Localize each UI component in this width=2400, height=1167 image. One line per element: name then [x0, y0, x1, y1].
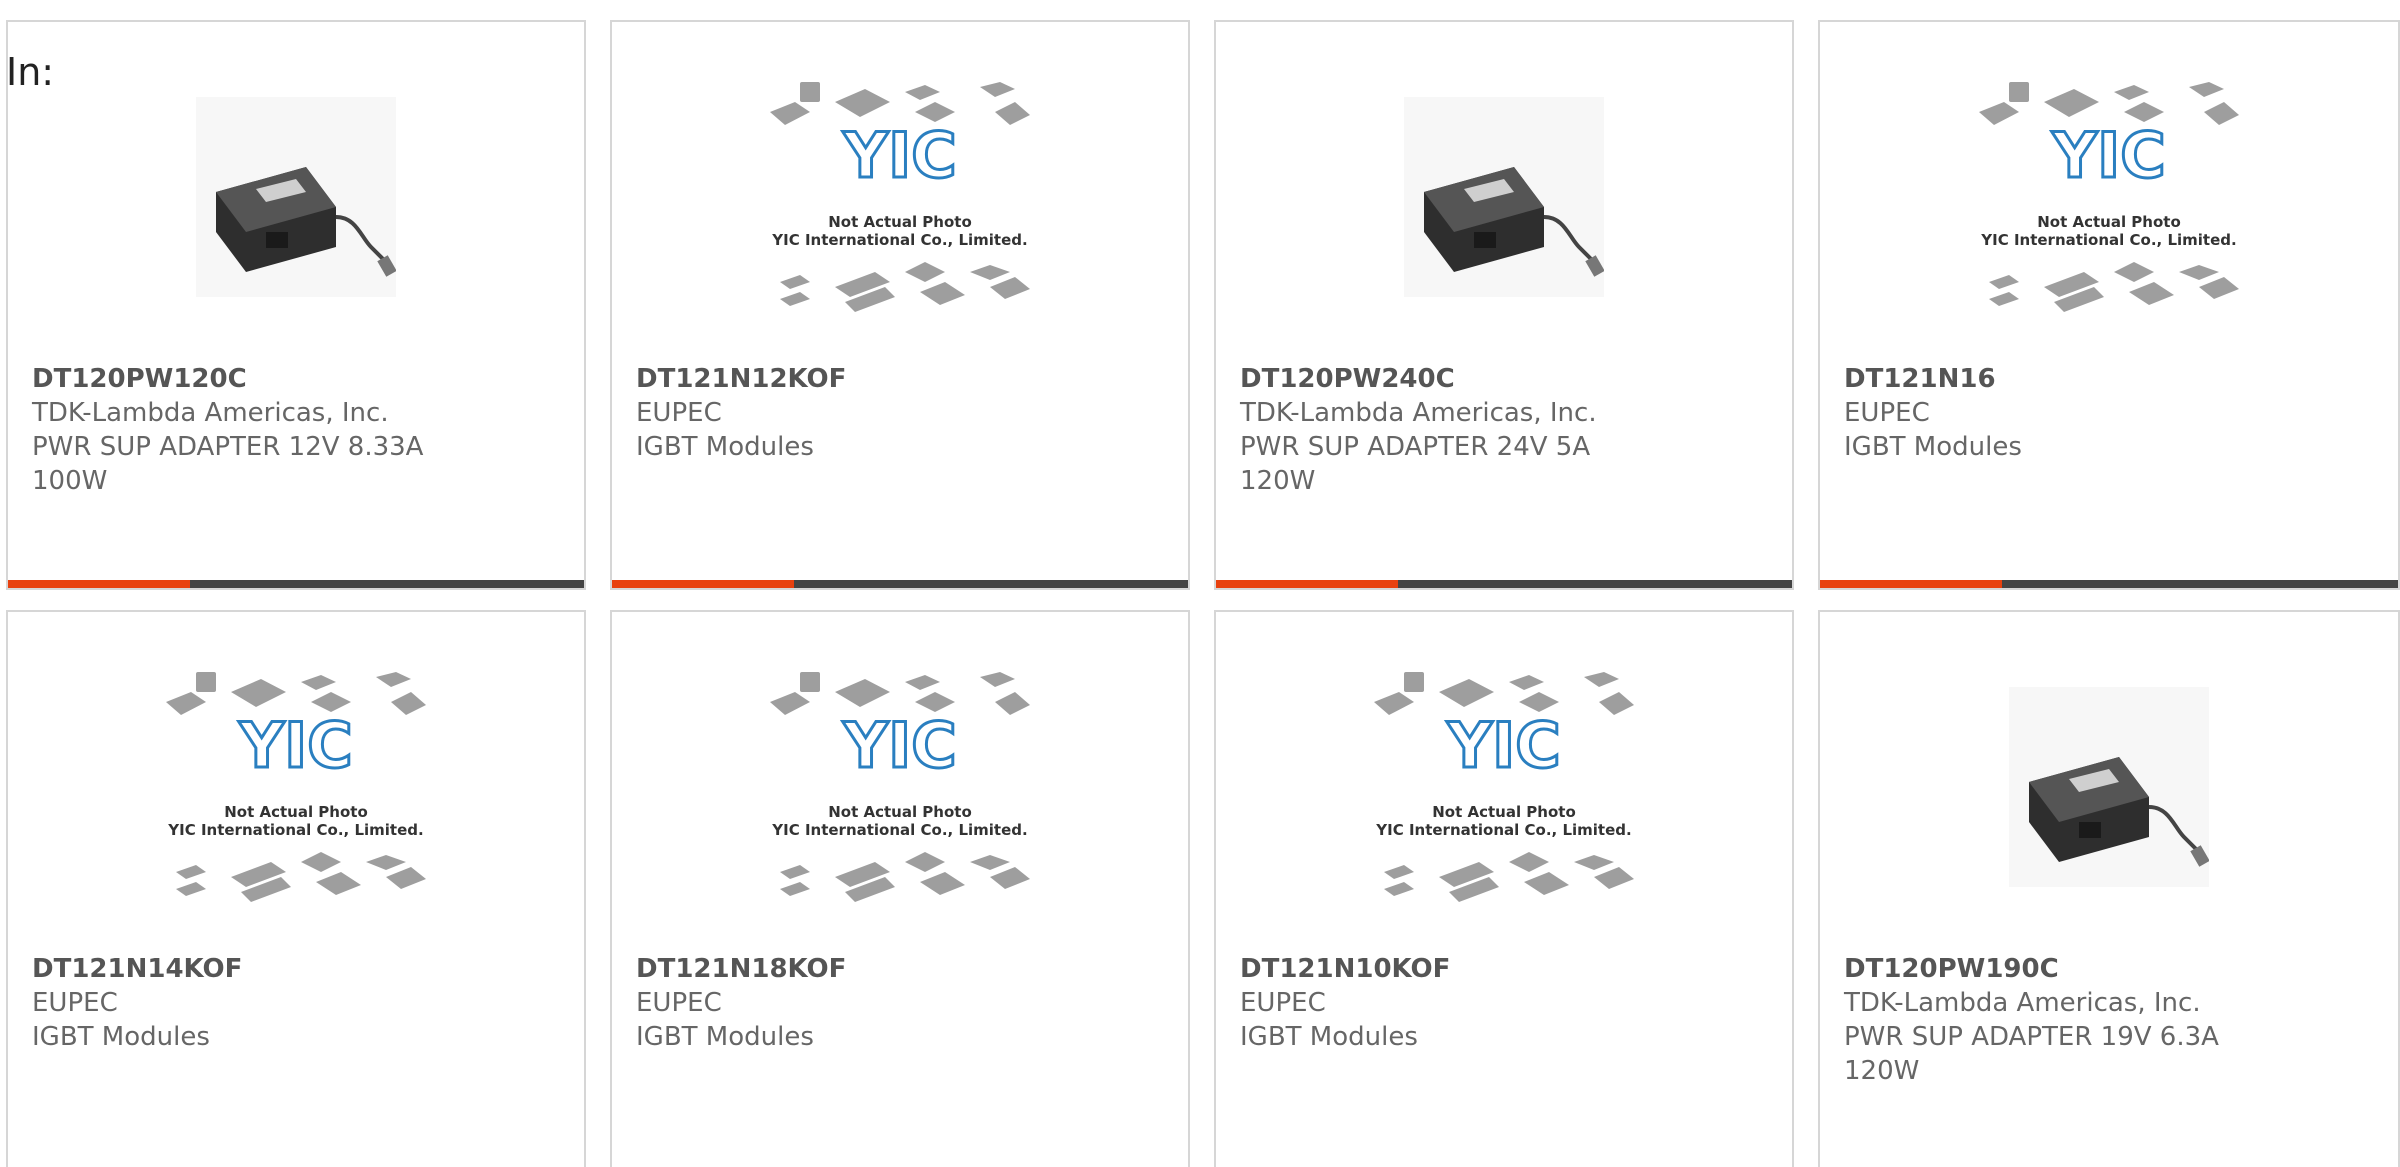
part-number[interactable]: DT120PW240C [1240, 362, 1660, 396]
placeholder-line1: Not Actual Photo [224, 803, 368, 821]
manufacturer: EUPEC [636, 988, 722, 1018]
card-accent [612, 580, 794, 588]
manufacturer: EUPEC [636, 398, 722, 428]
product-image[interactable]: YIC Not Actual Photo YIC International C… [8, 656, 584, 918]
part-number[interactable]: DT121N18KOF [636, 952, 1056, 986]
manufacturer: EUPEC [1844, 398, 1930, 428]
product-info: DT121N18KOF EUPEC IGBT Modules [636, 952, 1056, 1054]
product-info: DT121N14KOF EUPEC IGBT Modules [32, 952, 452, 1054]
card-accent [8, 580, 190, 588]
part-number[interactable]: DT121N12KOF [636, 362, 1056, 396]
svg-text:YIC: YIC [238, 709, 352, 782]
description: IGBT Modules [1240, 1022, 1418, 1052]
manufacturer: EUPEC [32, 988, 118, 1018]
placeholder-line1: Not Actual Photo [828, 803, 972, 821]
part-number[interactable]: DT120PW120C [32, 362, 452, 396]
placeholder-line2: YIC International Co., Limited. [1980, 231, 2236, 249]
card-accent [1820, 580, 2002, 588]
product-card[interactable]: YIC Not Actual Photo YIC International C… [1818, 20, 2400, 590]
product-card[interactable]: DT120PW120C TDK-Lambda Americas, Inc. PW… [6, 20, 586, 590]
card-accent-bar [8, 580, 584, 588]
svg-text:YIC: YIC [842, 119, 956, 192]
product-image[interactable]: YIC Not Actual Photo YIC International C… [1216, 656, 1792, 918]
product-info: DT120PW240C TDK-Lambda Americas, Inc. PW… [1240, 362, 1660, 498]
power-adapter-icon [196, 97, 396, 297]
product-card[interactable]: YIC Not Actual Photo YIC International C… [610, 20, 1190, 590]
power-adapter-icon [2009, 687, 2209, 887]
description: PWR SUP ADAPTER 24V 5A 120W [1240, 432, 1591, 496]
svg-text:YIC: YIC [842, 709, 956, 782]
yic-placeholder-icon: YIC Not Actual Photo YIC International C… [770, 672, 1030, 902]
product-image[interactable]: YIC Not Actual Photo YIC International C… [612, 66, 1188, 328]
svg-text:YIC: YIC [2051, 119, 2165, 192]
product-info: DT121N16 EUPEC IGBT Modules [1844, 362, 2264, 464]
description: IGBT Modules [1844, 432, 2022, 462]
manufacturer: TDK-Lambda Americas, Inc. [32, 398, 389, 428]
product-grid-page: In: DT120PW120C TDK-Lambda Americas, Inc… [0, 0, 2400, 1167]
product-image[interactable] [1820, 656, 2398, 918]
product-card[interactable]: YIC Not Actual Photo YIC International C… [6, 610, 586, 1167]
product-image[interactable] [8, 66, 584, 328]
card-accent-bar [1820, 580, 2398, 588]
placeholder-line2: YIC International Co., Limited. [771, 231, 1027, 249]
svg-text:YIC: YIC [1446, 709, 1560, 782]
product-info: DT121N10KOF EUPEC IGBT Modules [1240, 952, 1660, 1054]
card-accent-bar [1216, 580, 1792, 588]
product-card[interactable]: YIC Not Actual Photo YIC International C… [1214, 610, 1794, 1167]
placeholder-line2: YIC International Co., Limited. [167, 821, 423, 839]
description: IGBT Modules [32, 1022, 210, 1052]
yic-placeholder-icon: YIC Not Actual Photo YIC International C… [166, 672, 426, 902]
manufacturer: EUPEC [1240, 988, 1326, 1018]
description: IGBT Modules [636, 1022, 814, 1052]
description: PWR SUP ADAPTER 12V 8.33A 100W [32, 432, 424, 496]
product-info: DT120PW120C TDK-Lambda Americas, Inc. PW… [32, 362, 452, 498]
yic-placeholder-icon: YIC Not Actual Photo YIC International C… [1374, 672, 1634, 902]
filter-label: In: [6, 50, 55, 94]
product-image[interactable] [1216, 66, 1792, 328]
placeholder-line1: Not Actual Photo [1432, 803, 1576, 821]
part-number[interactable]: DT121N16 [1844, 362, 2264, 396]
card-accent [1216, 580, 1398, 588]
part-number[interactable]: DT121N10KOF [1240, 952, 1660, 986]
yic-placeholder-icon: YIC Not Actual Photo YIC International C… [770, 82, 1030, 312]
product-card[interactable]: YIC Not Actual Photo YIC International C… [610, 610, 1190, 1167]
product-info: DT121N12KOF EUPEC IGBT Modules [636, 362, 1056, 464]
product-image[interactable]: YIC Not Actual Photo YIC International C… [612, 656, 1188, 918]
yic-placeholder-icon: YIC Not Actual Photo YIC International C… [1979, 82, 2239, 312]
placeholder-line2: YIC International Co., Limited. [771, 821, 1027, 839]
description: PWR SUP ADAPTER 19V 6.3A 120W [1844, 1022, 2219, 1086]
placeholder-line1: Not Actual Photo [828, 213, 972, 231]
product-image[interactable]: YIC Not Actual Photo YIC International C… [1820, 66, 2398, 328]
manufacturer: TDK-Lambda Americas, Inc. [1844, 988, 2201, 1018]
power-adapter-icon [1404, 97, 1604, 297]
description: IGBT Modules [636, 432, 814, 462]
card-accent-bar [612, 580, 1188, 588]
product-info: DT120PW190C TDK-Lambda Americas, Inc. PW… [1844, 952, 2264, 1088]
placeholder-line2: YIC International Co., Limited. [1375, 821, 1631, 839]
part-number[interactable]: DT121N14KOF [32, 952, 452, 986]
product-card[interactable]: DT120PW240C TDK-Lambda Americas, Inc. PW… [1214, 20, 1794, 590]
part-number[interactable]: DT120PW190C [1844, 952, 2264, 986]
placeholder-line1: Not Actual Photo [2037, 213, 2181, 231]
product-card[interactable]: DT120PW190C TDK-Lambda Americas, Inc. PW… [1818, 610, 2400, 1167]
manufacturer: TDK-Lambda Americas, Inc. [1240, 398, 1597, 428]
